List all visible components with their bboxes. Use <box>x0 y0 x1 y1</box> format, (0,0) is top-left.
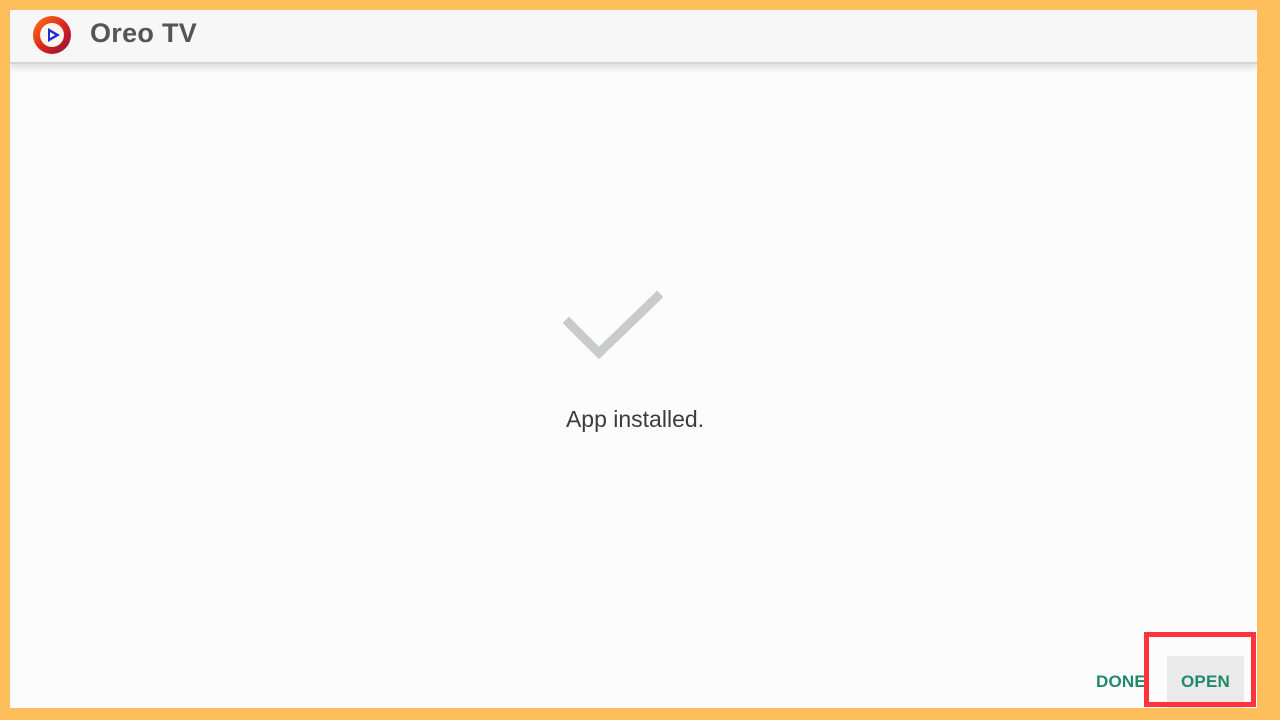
done-button[interactable]: DONE <box>1090 668 1152 696</box>
app-title: Oreo TV <box>90 18 198 48</box>
checkmark-icon <box>562 287 664 367</box>
oreo-tv-logo-icon <box>32 15 72 55</box>
app-bar: Oreo TV <box>10 10 1257 64</box>
install-status-text: App installed. <box>565 406 705 432</box>
open-button[interactable]: OPEN <box>1167 656 1244 708</box>
installer-screen: Oreo TV App installed. DONE OPEN <box>10 10 1257 708</box>
